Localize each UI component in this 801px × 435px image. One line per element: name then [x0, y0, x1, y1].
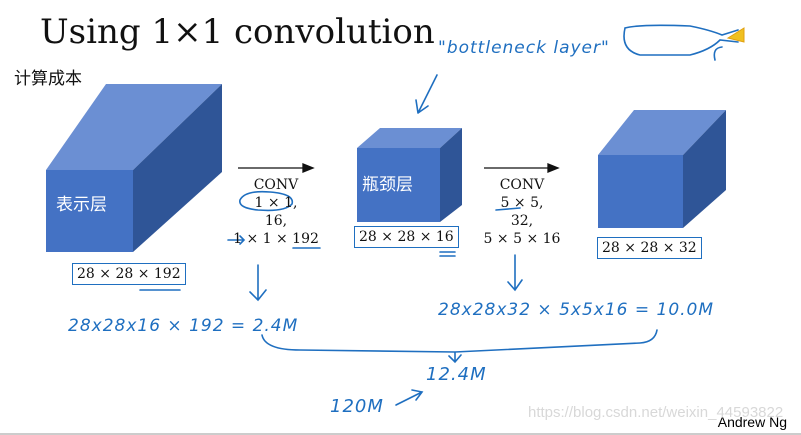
- slide-title: Using 1×1 convolution: [40, 12, 435, 52]
- bottle-sketch: [623, 24, 739, 61]
- cube-output-layer: [598, 110, 726, 228]
- author: Andrew Ng: [717, 414, 787, 430]
- handwriting-total: 12.4M: [426, 364, 487, 385]
- underline-16: [439, 251, 456, 257]
- conv1-name: CONV: [253, 177, 299, 193]
- handwriting-cost2: 28x28x32 × 5x5x16 = 10.0M: [438, 300, 715, 320]
- slide: Using 1×1 convolution 计算成本 表示层 瓶颈层 28 × …: [0, 0, 801, 435]
- conv2-kernel: 5 × 5,: [500, 195, 544, 211]
- conv1-info: CONV 1 × 1, 16, 1 × 1 × 192: [228, 176, 324, 248]
- arrow-down-2: [507, 254, 523, 292]
- dims-block-3: 28 × 28 × 32: [597, 237, 702, 259]
- arrow-120m: [395, 389, 424, 406]
- conv2-shape: 5 × 5 × 16: [483, 231, 561, 247]
- handwriting-cost1: 28x28x16 × 192 = 2.4M: [68, 316, 299, 336]
- conv-arrow-2: [484, 163, 560, 173]
- conv1-kernel: 1 × 1,: [254, 195, 298, 211]
- conv2-info: CONV 5 × 5, 32, 5 × 5 × 16: [474, 176, 570, 248]
- block-label-bottleneck: 瓶颈层: [362, 175, 413, 195]
- conv1-shape: 1 × 1 × 192: [233, 231, 319, 247]
- block-label-representation: 表示层: [56, 195, 107, 215]
- slide-subtitle: 计算成本: [14, 69, 82, 89]
- conv2-name: CONV: [499, 177, 545, 193]
- diagram-graphics: [46, 24, 745, 406]
- dims-block-2: 28 × 28 × 16: [354, 226, 459, 248]
- conv2-filters: 32,: [510, 213, 534, 229]
- bottleneck-arrow: [415, 74, 438, 114]
- dims-block-1: 28 × 28 × 192: [72, 263, 186, 285]
- cube-representation-layer: [46, 84, 222, 252]
- arrow-down-1: [249, 264, 267, 302]
- conv-arrow-1: [238, 163, 315, 173]
- conv1-filters: 16,: [264, 213, 288, 229]
- brace: [261, 329, 658, 364]
- handwriting-compare: 120M: [330, 396, 384, 417]
- handwriting-bottleneck: "bottleneck layer": [438, 38, 610, 58]
